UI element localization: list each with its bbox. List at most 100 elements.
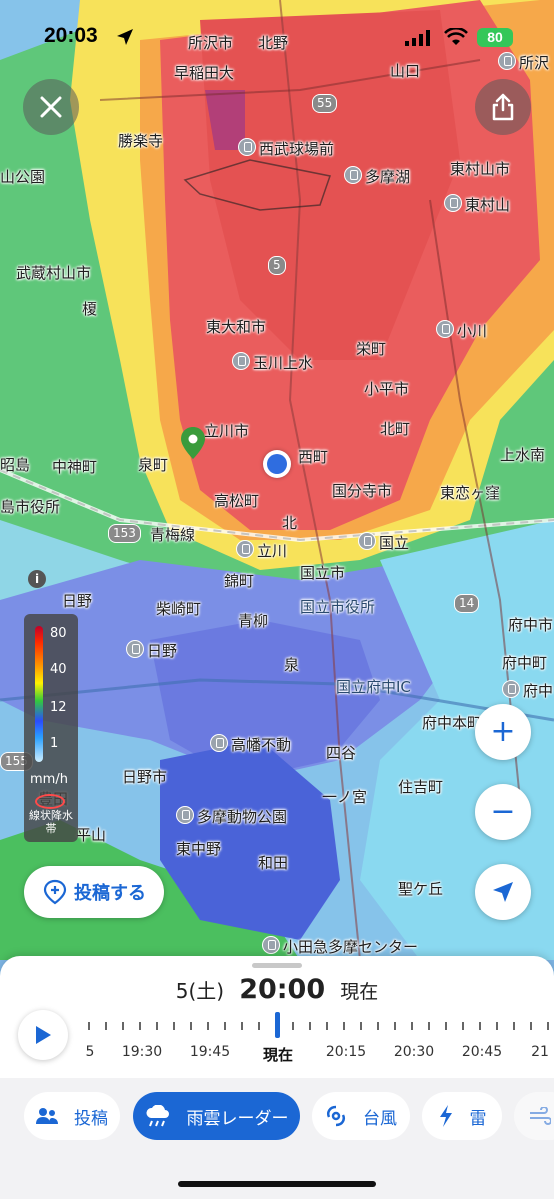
map-label-text: 小田急多摩センター [283,938,419,956]
close-icon [40,96,62,118]
current-location-button[interactable] [475,864,531,920]
play-button[interactable] [18,1010,68,1060]
map-label-text: 国立市役所 [300,598,376,616]
train-station-icon [126,640,144,658]
tab-label: 雨雲レーダー [186,1108,289,1129]
map-label-text: 錦町 [224,572,255,590]
timeline-tick [190,1022,192,1030]
map-label-text: 多摩湖 [365,168,411,186]
legend-unit: mm/h [30,772,68,787]
map-label-text: 青柳 [238,612,269,630]
map-label-text: 和田 [258,854,289,872]
train-station-icon [444,194,462,212]
map-label: 府中本町 [422,712,482,733]
map-label: 日野 [126,640,177,661]
map-label: 武蔵村山市 [16,262,91,283]
timeline-tick [530,1022,532,1030]
timeline-slider[interactable] [88,1018,554,1038]
map-label: 住吉町 [398,776,443,797]
legend-level-12: 12 [50,700,67,715]
green-place-pin-icon[interactable] [181,427,205,463]
map-label: 多摩湖 [344,166,410,187]
sheet-grabber[interactable] [252,963,302,968]
map-label: 東恋ヶ窪 [440,482,500,503]
zoom-out-button[interactable]: − [475,784,531,840]
timeline-tick [139,1022,141,1030]
map-label-text: 国分寺市 [332,482,393,500]
timeline-label[interactable]: 20:30 [394,1044,434,1060]
linear-rainband-label: 線状降水帯 [29,809,73,835]
timeline-tick [105,1022,107,1030]
train-station-icon [232,352,250,370]
road-number-badge: 5 [268,256,286,275]
timeline-label[interactable]: 20:15 [326,1044,366,1060]
tab-label: 台風 [363,1108,397,1129]
zoom-in-button[interactable]: + [475,704,531,760]
map-label-text: 多摩動物公園 [197,808,288,826]
map-label: 聖ケ丘 [398,878,443,899]
map-label: 東村山 [444,194,510,215]
map-label: 栄町 [356,338,386,359]
timeline-tick [547,1022,549,1030]
timeline-tick [445,1022,447,1030]
map-label-text: 東村山市 [450,160,511,178]
people-icon [36,1107,66,1125]
tab-label: 投稿 [74,1108,108,1129]
map-label-text: 東恋ヶ窪 [440,484,501,502]
close-button[interactable] [23,79,79,135]
lightning-icon [438,1105,462,1127]
minus-icon: − [490,794,516,829]
tab-rain-cloud[interactable]: 雨雲レーダー [133,1092,300,1140]
linear-rainband-icon [35,794,65,809]
timeline-label[interactable]: 20:45 [462,1044,502,1060]
info-icon[interactable]: i [28,570,46,588]
timeline-label[interactable]: 19:30 [122,1044,162,1060]
post-button[interactable]: 投稿する [24,866,164,918]
map-label-text: 中神町 [52,458,98,476]
map-label: 小川 [436,320,487,341]
map-label-text: 東村山 [465,196,511,214]
map-label-text: 島市役所 [0,498,61,516]
cellular-signal-icon [405,30,430,46]
map-label-text: 高幡不動 [231,736,292,754]
map-label: 東村山市 [450,158,510,179]
timeline-tick [309,1022,311,1030]
map-label: 国立市役所 [300,596,375,617]
map-label-text: 住吉町 [398,778,444,796]
map-label: 国立府中IC [336,676,411,697]
rain-cloud-icon [145,1105,179,1127]
map-label-text: 東大和市 [206,318,267,336]
timeline-sheet: 5(土) 20:00 現在 5 19:30 19:45 現在 20:15 20:30 20:… [0,956,554,1199]
timeline-label-current[interactable]: 現在 [263,1044,293,1065]
timeline-label[interactable]: 5 [86,1044,95,1060]
tab-typhoon[interactable]: 台風 [312,1092,410,1140]
share-button[interactable] [475,79,531,135]
rain-radar-map[interactable]: 所沢市 北野 早稲田大 山口 所沢 勝楽寺 西武球場前 多摩湖 東村山市 東村山 山公園 武蔵村山市榎… [0,0,554,960]
timeline-time: 20:00 [239,974,326,1005]
tab-people[interactable]: 投稿 [24,1092,120,1140]
timeline-tick [479,1022,481,1030]
map-label: 一ノ宮 [322,786,367,807]
map-label: 西武球場前 [238,138,334,159]
map-label: 青柳 [238,610,268,631]
timeline-tick [88,1022,90,1030]
map-label-text: 勝楽寺 [118,132,164,150]
map-label-text: 北町 [380,420,411,438]
map-label: 榎 [82,298,97,319]
rain-legend: 80 40 12 1 mm/h 線状降水帯 [24,614,78,842]
map-label: 玉川上水 [232,352,313,373]
timeline-cursor[interactable] [275,1012,280,1038]
map-label-text: 日野 [62,592,93,610]
timeline-label[interactable]: 19:45 [190,1044,230,1060]
tab-wind[interactable] [514,1092,554,1140]
map-label: 立川 [236,540,287,561]
timeline-tick [513,1022,515,1030]
tab-lightning[interactable]: 雷 [422,1092,502,1140]
map-label-text: 府中市 [508,616,554,634]
legend-level-40: 40 [50,662,67,677]
train-station-icon [236,540,254,558]
timeline-label[interactable]: 21 [531,1044,549,1060]
timeline-tick [462,1022,464,1030]
map-label-text: 四谷 [326,744,357,762]
train-station-icon [436,320,454,338]
